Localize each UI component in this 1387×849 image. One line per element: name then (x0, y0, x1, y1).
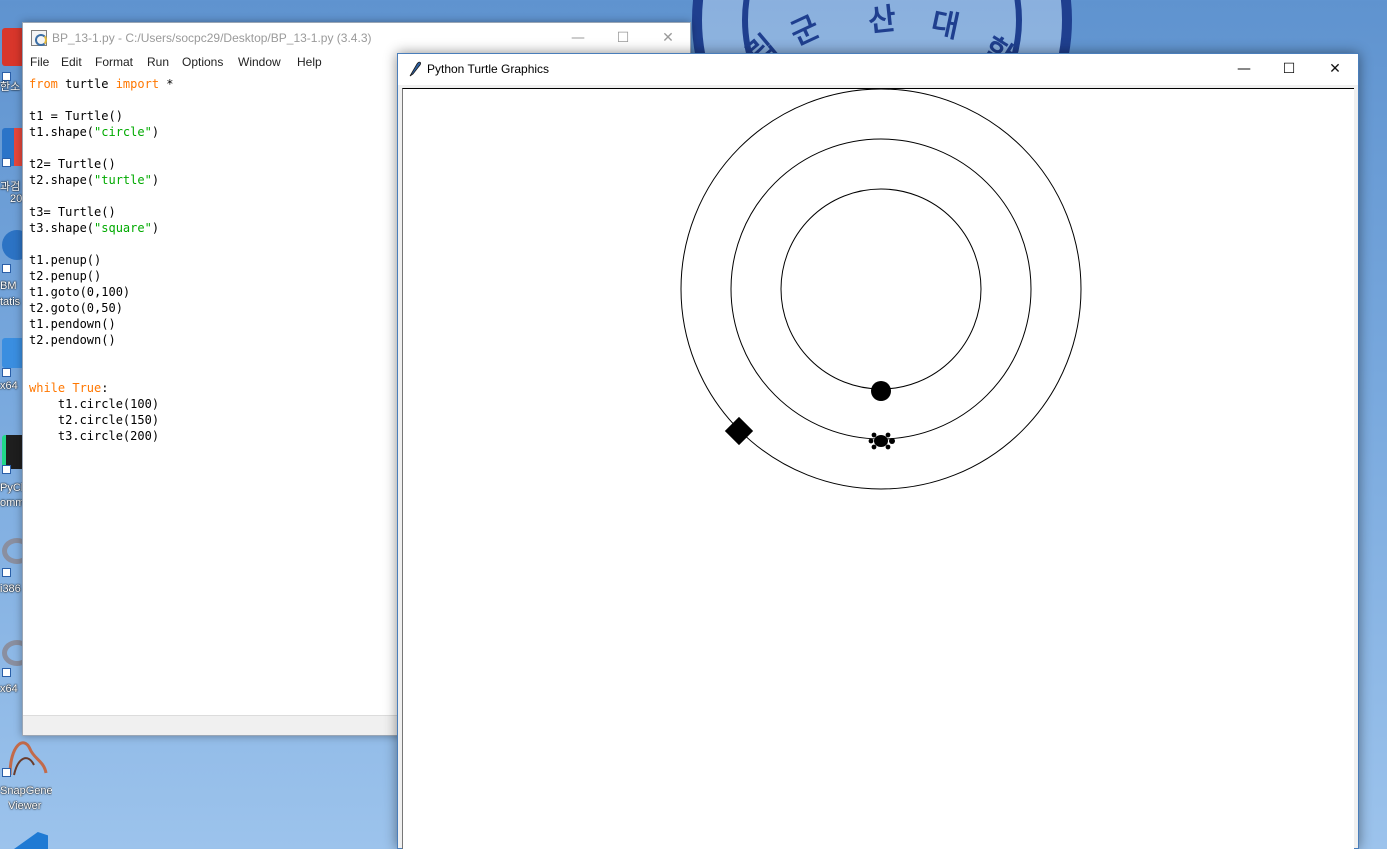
shortcut-arrow-icon (2, 368, 11, 377)
code-token: t2.shape( (29, 173, 95, 187)
code-token: ) (151, 173, 160, 187)
turtle-window-title: Python Turtle Graphics (427, 62, 550, 76)
desktop-icon-label-line2: Viewer (8, 800, 42, 812)
code-token: * (159, 77, 174, 91)
code-token: : (101, 381, 109, 395)
vscode-icon[interactable] (14, 832, 48, 849)
menu-options[interactable]: Options (180, 55, 225, 69)
code-line: t3.circle(200) (29, 428, 159, 444)
python-file-icon (31, 30, 47, 46)
code-token: True (72, 381, 102, 395)
code-line: t1.pendown() (29, 316, 116, 332)
code-token: ) (151, 221, 160, 235)
shortcut-arrow-icon (2, 158, 11, 167)
code-line: t2.shape("turtle") (29, 172, 159, 188)
code-token: t2.circle(150) (29, 413, 160, 427)
code-line: t1 = Turtle() (29, 108, 123, 124)
code-line: t1.shape("circle") (29, 124, 159, 140)
turtle-maximize-button[interactable]: ☐ (1266, 54, 1312, 85)
code-line: t3.shape("square") (29, 220, 159, 236)
code-token: t1.circle(100) (29, 397, 160, 411)
turtle-titlebar[interactable]: Python Turtle Graphics — ☐ ✕ (398, 54, 1358, 85)
code-token: "square" (94, 221, 152, 235)
code-token: ) (151, 125, 160, 139)
code-token: "circle" (94, 125, 152, 139)
idle-close-button[interactable]: ✕ (645, 23, 691, 53)
turtle-limb (871, 432, 877, 438)
feather-icon (409, 61, 422, 77)
code-line: t2.pendown() (29, 332, 116, 348)
code-line: while True: (29, 380, 109, 396)
code-token: t2= Turtle() (29, 157, 116, 171)
menu-file[interactable]: File (28, 55, 51, 69)
code-token: from (29, 77, 58, 91)
code-token: t1 = Turtle() (29, 109, 123, 123)
turtle-drawing (680, 89, 1082, 490)
turtle-circle-t1 (871, 381, 891, 401)
code-token: t3.circle(200) (29, 429, 160, 443)
turtle-graphics-window[interactable]: Python Turtle Graphics — ☐ ✕ (397, 53, 1359, 849)
shortcut-arrow-icon (2, 264, 11, 273)
code-token: t1.shape( (29, 125, 95, 139)
code-token: t2.goto(0,50) (29, 301, 123, 315)
code-token: t1.pendown() (29, 317, 116, 331)
turtle-limb (885, 432, 891, 438)
turtle-limb (885, 444, 891, 450)
seal-char: 산 (866, 1, 898, 40)
code-token: t1.penup() (29, 253, 102, 267)
code-line: t3= Turtle() (29, 204, 116, 220)
turtle-minimize-button[interactable]: — (1221, 54, 1267, 85)
orbit-circle-r100 (780, 188, 982, 390)
idle-minimize-button[interactable]: — (555, 23, 601, 53)
shortcut-arrow-icon (2, 465, 11, 474)
code-token: t3= Turtle() (29, 205, 116, 219)
shortcut-arrow-icon (2, 568, 11, 577)
code-line: t1.circle(100) (29, 396, 159, 412)
turtle-limb (868, 438, 874, 444)
menu-help[interactable]: Help (295, 55, 324, 69)
shortcut-arrow-icon (2, 768, 11, 777)
turtle-close-button[interactable]: ✕ (1312, 54, 1358, 85)
idle-maximize-button[interactable]: ☐ (600, 23, 646, 53)
code-token: t2.penup() (29, 269, 102, 283)
code-line: t1.penup() (29, 252, 101, 268)
menu-run[interactable]: Run (145, 55, 171, 69)
code-line: t2.circle(150) (29, 412, 159, 428)
code-token: while (29, 381, 66, 395)
desktop-icon-label: SnapGene (0, 785, 52, 797)
code-line: t2.penup() (29, 268, 101, 284)
code-token: "turtle" (94, 173, 152, 187)
idle-window-title: BP_13-1.py - C:/Users/socpc29/Desktop/BP… (52, 31, 372, 45)
menu-window[interactable]: Window (236, 55, 283, 69)
turtle-turtle-t2 (868, 432, 895, 450)
turtle-limb (889, 438, 895, 444)
code-token: t3.shape( (29, 221, 95, 235)
code-token: import (115, 77, 160, 91)
desktop-icon-snapgene[interactable]: SnapGene Viewer (0, 735, 52, 815)
turtle-limb (871, 444, 877, 450)
idle-titlebar[interactable]: BP_13-1.py - C:/Users/socpc29/Desktop/BP… (23, 23, 690, 53)
code-token: t1.goto(0,100) (29, 285, 131, 299)
shortcut-arrow-icon (2, 668, 11, 677)
code-token: turtle (57, 77, 116, 91)
menu-format[interactable]: Format (93, 55, 135, 69)
menu-edit[interactable]: Edit (59, 55, 84, 69)
turtle-canvas[interactable] (402, 88, 1354, 849)
code-line: t2.goto(0,50) (29, 300, 123, 316)
code-line: t2= Turtle() (29, 156, 116, 172)
code-line: t1.goto(0,100) (29, 284, 130, 300)
code-token: t2.pendown() (29, 333, 116, 347)
code-line: from turtle import * (29, 76, 174, 92)
turtle-square-t3 (724, 416, 754, 446)
